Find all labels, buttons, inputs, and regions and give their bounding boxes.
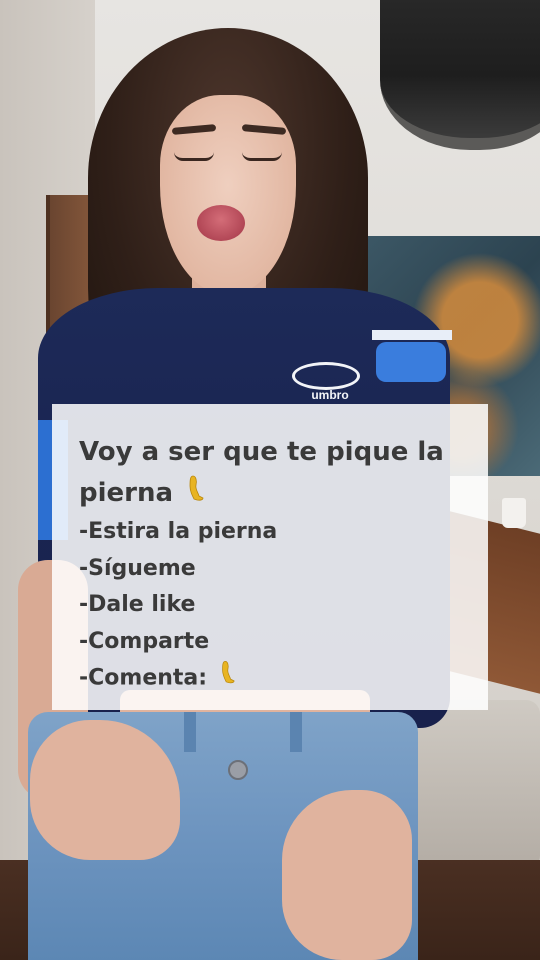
jersey-blue-stripe-right [376, 342, 446, 382]
leg-icon [219, 660, 235, 697]
list-item-comenta: -Comenta: [79, 660, 466, 697]
list-item: -Estira la pierna [79, 519, 278, 544]
left-eye-closed [174, 152, 214, 161]
caption-list: -Estira la pierna -Sígueme -Dale like -C… [79, 514, 466, 697]
belt-loop [290, 712, 302, 752]
list-item-label: -Comenta: [79, 665, 208, 691]
belt-loop [184, 712, 196, 752]
caption-overlay: Voy a ser que te pique la pierna -Estira… [52, 404, 488, 710]
caption-title-line2: pierna [79, 478, 174, 508]
list-item: -Comparte [79, 628, 210, 654]
white-cup [502, 498, 526, 528]
list-item: -Dale like [79, 592, 196, 617]
jeans-button [228, 760, 248, 780]
list-item: -Sígueme [79, 555, 196, 581]
right-hand [282, 790, 412, 960]
caption-title: Voy a ser que te pique la pierna [79, 432, 466, 514]
umbro-logo-icon [292, 362, 360, 390]
caption-title-line1: Voy a ser que te pique la [79, 437, 444, 467]
person-lips [197, 205, 245, 241]
jersey-white-stripe [372, 330, 452, 340]
jersey-brand-text: umbro [311, 388, 349, 402]
leg-icon [186, 473, 204, 514]
pendant-lamp [380, 0, 540, 150]
right-eye-closed [242, 152, 282, 161]
